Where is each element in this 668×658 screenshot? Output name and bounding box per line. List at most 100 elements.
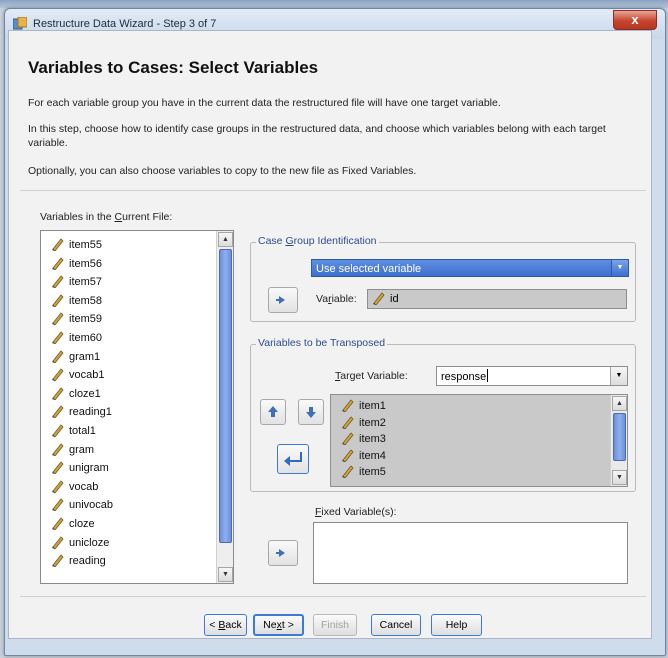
pencil-scale-icon [52,238,64,251]
pencil-scale-icon [52,294,64,307]
current_vars-list-item[interactable]: item56 [51,256,102,273]
pencil-scale-icon [52,424,64,437]
variable-name: item1 [359,400,386,412]
pencil-scale-icon [52,442,64,456]
chevron-down-icon[interactable]: ▼ [611,260,628,276]
separator-bottom [20,596,646,597]
pencil-scale-icon [52,387,64,400]
pencil-scale-icon [373,292,385,305]
pencil-scale-icon [52,331,64,344]
pencil-scale-icon [52,312,64,326]
variable-name: unicloze [69,536,110,549]
current_vars-list-item[interactable]: vocab [51,479,98,496]
current_vars-list-item[interactable]: total1 [51,423,96,440]
variable-name: gram [69,443,95,456]
intro-paragraph-2: In this step, choose how to identify cas… [28,123,606,149]
pencil-scale-icon [52,275,64,289]
chevron-down-icon[interactable]: ▼ [610,367,627,385]
case-group-selected-option: Use selected variable [316,263,422,275]
intro-paragraph-1: For each variable group you have in the … [28,97,501,109]
current-variables-items: item55 item56 item57 item58 item59 item60 gram… [41,231,217,583]
variable-name: item3 [359,433,386,445]
scroll-down-arrow-icon[interactable]: ▼ [218,567,233,582]
move-up-button[interactable] [260,399,286,425]
transposed-list-item[interactable]: item1 [341,398,386,415]
transposed-list-item[interactable]: item2 [341,415,386,432]
current_vars-list-item[interactable]: reading [51,553,106,570]
current_vars-list-item[interactable]: item59 [51,311,102,328]
scroll-down-arrow-icon[interactable]: ▼ [612,470,627,485]
variable-name: item4 [359,449,386,462]
target-variable-value: response [441,371,487,383]
close-button[interactable]: x [613,10,657,30]
pencil-scale-icon [52,405,64,419]
move-to-fixed-button[interactable] [268,540,298,566]
intro-paragraph-3: Optionally, you can also choose variable… [28,165,417,177]
pencil-scale-icon [52,517,64,530]
scroll-up-arrow-icon[interactable]: ▲ [612,396,627,411]
scroll-thumb[interactable] [613,413,626,461]
variable-name: cloze1 [69,387,101,400]
current_vars-list-item[interactable]: unigram [51,460,109,477]
current_vars-list-item[interactable]: unicloze [51,535,109,552]
current-variables-list[interactable]: item55 item56 item57 item58 item59 item60 gram… [40,230,234,584]
help-button[interactable]: Help [431,614,482,636]
variable-name: reading [69,555,106,568]
variable-name: total1 [69,425,96,437]
window-title: Restructure Data Wizard - Step 3 of 7 [33,18,217,30]
current-vars-label: Variables in the Current File: [40,211,173,223]
current_vars-list-item[interactable]: item58 [51,293,102,310]
scroll-up-arrow-icon[interactable]: ▲ [218,232,233,247]
move-to-transposed-button[interactable] [277,444,309,474]
transposed-list-item[interactable]: item4 [341,448,386,465]
up-arrow-icon [268,406,278,417]
current_vars-list-item[interactable]: cloze [51,516,95,533]
variable-name: item55 [69,239,103,251]
transposed-variables-list[interactable]: item1 item2 item3 item4 item5 ▲ ▼ [330,394,628,487]
variable-name: item59 [69,313,103,326]
move-to-variable-button[interactable] [268,287,298,313]
current_vars-list-item[interactable]: vocab1 [51,367,104,384]
transposed-list-item[interactable]: item3 [341,431,386,448]
back-button[interactable]: < Back [204,614,247,636]
current_vars-list-item[interactable]: reading1 [51,404,112,421]
case-group-method-select[interactable]: Use selected variable ▼ [311,259,629,277]
case-group-variable-field[interactable]: id [367,289,627,309]
move-down-button[interactable] [298,399,324,425]
current_vars-list-item[interactable]: item57 [51,274,102,291]
pencil-scale-icon [52,256,64,270]
background-toolbar-strip [0,0,668,8]
variable-name: reading1 [69,406,112,419]
current_vars-list-item[interactable]: univocab [51,497,113,514]
current_vars-list-item[interactable]: gram [51,442,94,459]
target-variable-select[interactable]: response ▼ [436,366,628,386]
transposed-list-scrollbar[interactable]: ▲ ▼ [610,395,627,486]
variable-name: item2 [359,416,386,429]
next-button[interactable]: Next > [253,614,304,636]
variable-name: univocab [69,499,114,512]
pencil-scale-icon [52,554,64,568]
current_vars-list-item[interactable]: item60 [51,330,102,347]
current_vars-list-item[interactable]: gram1 [51,349,100,366]
variable-name: vocab [69,480,99,493]
variable-name: item56 [69,257,103,270]
pencil-scale-icon [342,448,354,462]
current_vars-list-item[interactable]: cloze1 [51,386,101,403]
pencil-scale-icon [52,480,64,493]
transposed-list-item[interactable]: item5 [341,464,386,481]
current-list-scrollbar[interactable]: ▲ ▼ [216,231,233,583]
scroll-thumb[interactable] [219,249,232,543]
cancel-button[interactable]: Cancel [371,614,421,636]
variable-name: unigram [69,462,109,475]
transposed-group-title: Variables to be Transposed [256,337,388,349]
pencil-scale-icon [342,432,354,445]
fixed-variables-list[interactable] [313,522,628,584]
target-variable-label: Target Variable: [335,370,408,382]
pencil-scale-icon [342,465,354,478]
variable-name: vocab1 [69,369,105,382]
variable-name: cloze [69,518,95,530]
variable-label: Variable: [316,293,357,305]
case-group-identification-group: Case Group Identification [250,235,636,322]
current_vars-list-item[interactable]: item55 [51,237,102,254]
variable-name: item60 [69,332,103,344]
